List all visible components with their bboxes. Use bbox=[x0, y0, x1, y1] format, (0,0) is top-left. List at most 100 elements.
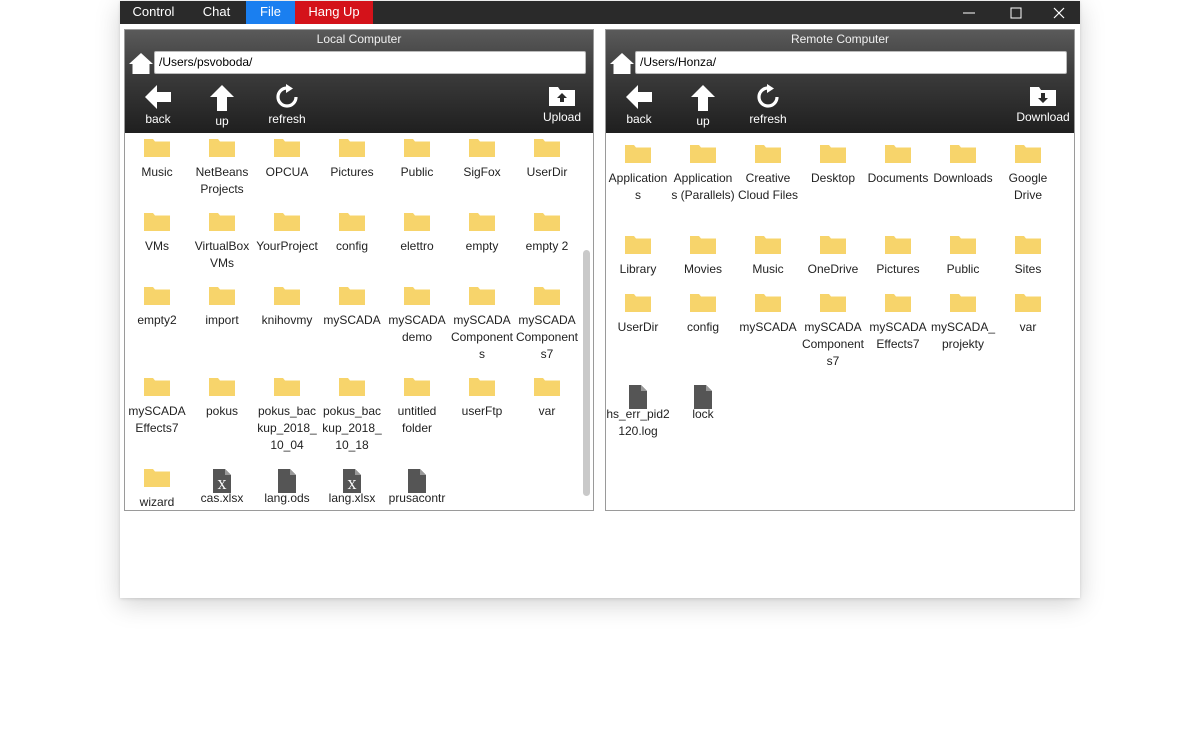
local-home-button[interactable] bbox=[128, 51, 154, 75]
folder-item[interactable]: elettro bbox=[385, 212, 449, 255]
folder-item[interactable]: Music bbox=[125, 138, 189, 181]
folder-item[interactable]: pokus_backup_2018_10_18 bbox=[320, 377, 384, 454]
folder-item[interactable]: SigFox bbox=[450, 138, 514, 181]
local-back-button[interactable]: back bbox=[128, 84, 188, 128]
folder-item[interactable]: Sites bbox=[996, 235, 1060, 278]
item-icon-wrap bbox=[606, 293, 670, 315]
tab-chat[interactable]: Chat bbox=[187, 1, 246, 24]
folder-item[interactable]: YourProject bbox=[255, 212, 319, 255]
folder-icon bbox=[144, 378, 170, 396]
file-item[interactable]: hs_err_pid2120.log bbox=[606, 384, 670, 440]
folder-item[interactable]: var bbox=[515, 377, 579, 420]
folder-item[interactable]: mySCADA Components7 bbox=[801, 293, 865, 370]
tab-control[interactable]: Control bbox=[120, 1, 187, 24]
folder-item[interactable]: OPCUA bbox=[255, 138, 319, 181]
file-item[interactable]: lock bbox=[671, 384, 735, 423]
folder-item[interactable]: Library bbox=[606, 235, 670, 278]
item-label: Sites bbox=[1014, 262, 1042, 276]
folder-item[interactable]: untitled folder bbox=[385, 377, 449, 437]
folder-item[interactable]: userFtp bbox=[450, 377, 514, 420]
tab-hang-up[interactable]: Hang Up bbox=[295, 1, 373, 24]
folder-icon bbox=[469, 139, 495, 157]
folder-item[interactable]: mySCADA_projekty bbox=[931, 293, 995, 353]
file-item[interactable]: Xlang.xlsx bbox=[320, 468, 384, 507]
folder-item[interactable]: config bbox=[671, 293, 735, 336]
folder-item[interactable]: pokus_backup_2018_10_04 bbox=[255, 377, 319, 454]
item-label: mySCADA Effects7 bbox=[869, 320, 927, 351]
item-label: hs_err_pid2120.log bbox=[606, 407, 670, 438]
local-up-button[interactable]: up bbox=[192, 84, 252, 128]
folder-item[interactable]: Music bbox=[736, 235, 800, 278]
folder-item[interactable]: empty2 bbox=[125, 286, 189, 329]
folder-item[interactable]: Creative Cloud Files bbox=[736, 144, 800, 204]
item-icon-wrap bbox=[450, 212, 514, 234]
remote-up-button[interactable]: up bbox=[673, 84, 733, 128]
download-button[interactable]: Download bbox=[1013, 84, 1073, 128]
folder-item[interactable]: Applications (Parallels) bbox=[671, 144, 735, 204]
folder-item[interactable]: Pictures bbox=[866, 235, 930, 278]
folder-item[interactable]: empty bbox=[450, 212, 514, 255]
folder-item[interactable]: Public bbox=[385, 138, 449, 181]
folder-item[interactable]: Movies bbox=[671, 235, 735, 278]
home-icon bbox=[610, 53, 634, 74]
item-icon-wrap bbox=[606, 384, 670, 409]
folder-icon bbox=[144, 287, 170, 305]
folder-item[interactable]: OneDrive bbox=[801, 235, 865, 278]
folder-item[interactable]: NetBeans Projects bbox=[190, 138, 254, 198]
maximize-button[interactable] bbox=[995, 1, 1037, 24]
folder-item[interactable]: VirtualBox VMs bbox=[190, 212, 254, 272]
folder-item[interactable]: Google Drive bbox=[996, 144, 1060, 204]
folder-item[interactable]: Applications bbox=[606, 144, 670, 204]
maximize-icon bbox=[1010, 7, 1022, 19]
folder-item[interactable]: UserDir bbox=[606, 293, 670, 336]
local-path-field[interactable]: /Users/psvoboda/ bbox=[154, 51, 586, 74]
close-button[interactable] bbox=[1038, 1, 1080, 24]
item-label: mySCADA demo bbox=[388, 313, 446, 344]
minimize-button[interactable] bbox=[948, 1, 990, 24]
folder-item[interactable]: mySCADA Components bbox=[450, 286, 514, 363]
item-icon-wrap bbox=[190, 377, 254, 399]
folder-item[interactable]: mySCADA demo bbox=[385, 286, 449, 346]
folder-item[interactable]: UserDir bbox=[515, 138, 579, 181]
item-icon-wrap bbox=[190, 138, 254, 160]
folder-item[interactable]: config bbox=[320, 212, 384, 255]
folder-item[interactable]: mySCADA Effects7 bbox=[866, 293, 930, 353]
remote-refresh-label: refresh bbox=[749, 112, 787, 126]
remote-back-button[interactable]: back bbox=[609, 84, 669, 128]
up-arrow-icon bbox=[210, 85, 234, 111]
upload-button[interactable]: Upload bbox=[532, 84, 592, 128]
folder-item[interactable]: Downloads bbox=[931, 144, 995, 187]
item-label: pokus_backup_2018_10_18 bbox=[322, 404, 382, 452]
folder-item[interactable]: wizard bbox=[125, 468, 189, 510]
remote-path-field[interactable]: /Users/Honza/ bbox=[635, 51, 1067, 74]
file-item[interactable]: prusacontr bbox=[385, 468, 449, 507]
local-scrollbar[interactable] bbox=[583, 250, 590, 496]
file-item[interactable]: lang.ods bbox=[255, 468, 319, 507]
folder-item[interactable]: Documents bbox=[866, 144, 930, 187]
folder-item[interactable]: mySCADA Effects7 bbox=[125, 377, 189, 437]
folder-item[interactable]: mySCADA Components7 bbox=[515, 286, 579, 363]
item-label: mySCADA Effects7 bbox=[128, 404, 186, 435]
folder-item[interactable]: import bbox=[190, 286, 254, 329]
folder-item[interactable]: mySCADA bbox=[320, 286, 384, 329]
folder-item[interactable]: mySCADA bbox=[736, 293, 800, 336]
remote-home-button[interactable] bbox=[609, 51, 635, 75]
tab-file[interactable]: File bbox=[246, 1, 295, 24]
folder-item[interactable]: Pictures bbox=[320, 138, 384, 181]
remote-refresh-button[interactable]: refresh bbox=[738, 84, 798, 128]
folder-icon bbox=[469, 213, 495, 231]
item-label: config bbox=[686, 320, 720, 334]
folder-icon bbox=[404, 378, 430, 396]
folder-item[interactable]: pokus bbox=[190, 377, 254, 420]
item-icon-wrap bbox=[866, 235, 930, 257]
folder-item[interactable]: knihovmy bbox=[255, 286, 319, 329]
folder-item[interactable]: var bbox=[996, 293, 1060, 336]
folder-item[interactable]: empty 2 bbox=[515, 212, 579, 255]
item-icon-wrap bbox=[125, 138, 189, 160]
local-refresh-button[interactable]: refresh bbox=[257, 84, 317, 128]
folder-item[interactable]: VMs bbox=[125, 212, 189, 255]
folder-item[interactable]: Public bbox=[931, 235, 995, 278]
folder-item[interactable]: Desktop bbox=[801, 144, 865, 187]
item-icon-wrap bbox=[125, 468, 189, 490]
file-item[interactable]: Xcas.xlsx bbox=[190, 468, 254, 507]
